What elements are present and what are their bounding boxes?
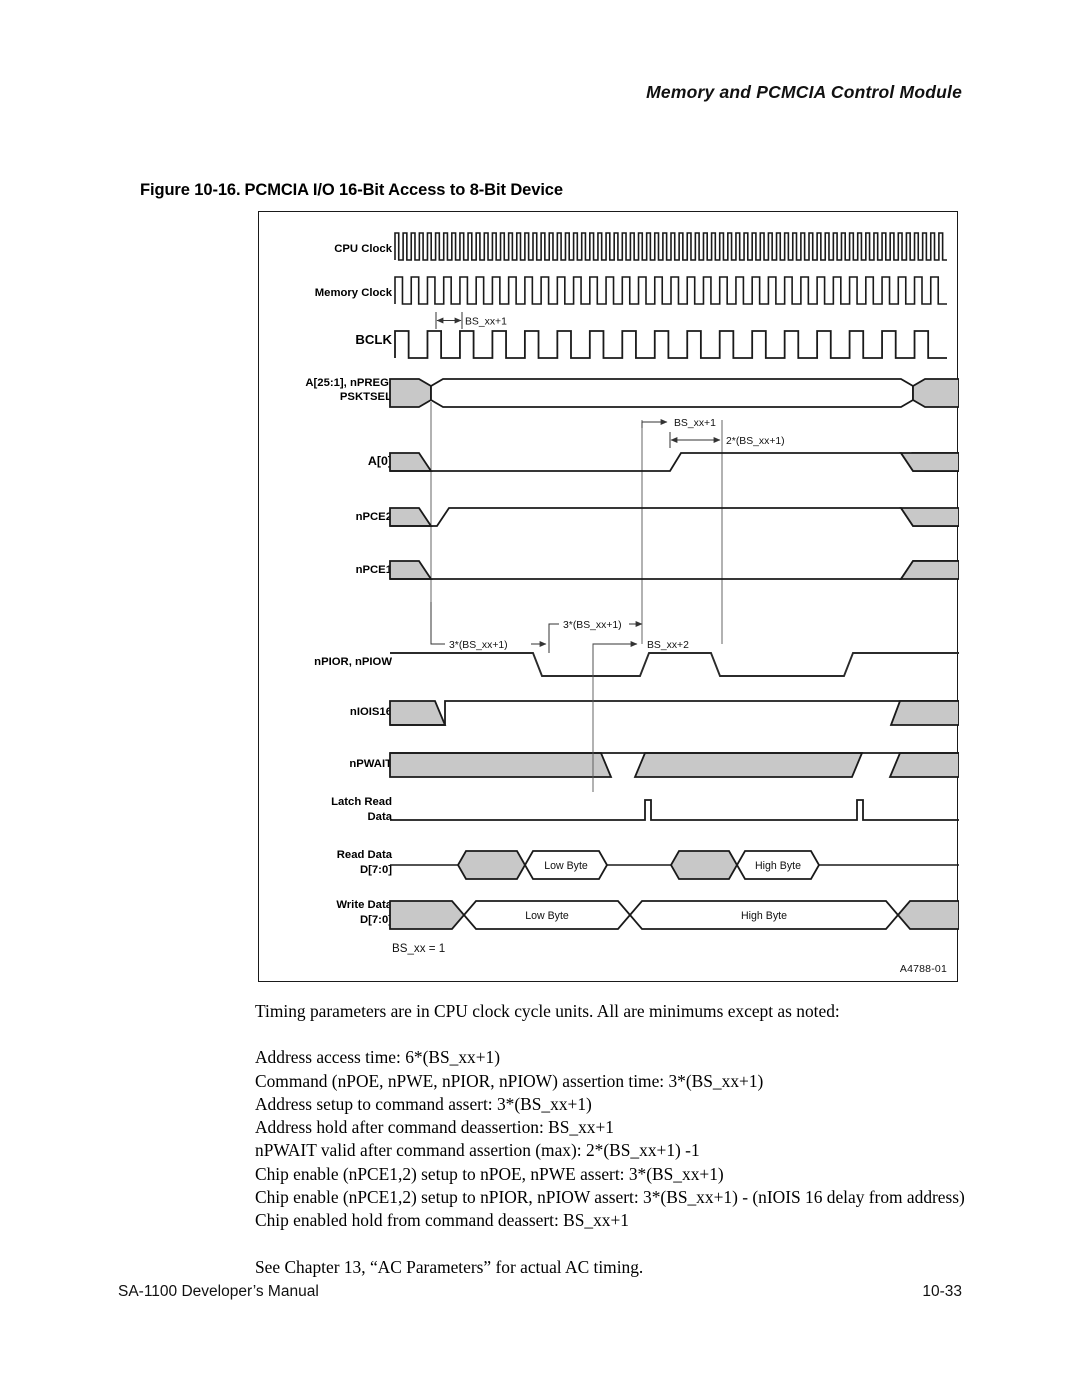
timing-parameter: nPWAIT valid after command assertion (ma… [255,1140,700,1161]
figure-footnote: BS_xx = 1 [392,942,445,955]
signal-label-addr-bus-2: PSKTSEL [340,391,392,403]
annotation-command-timing: 3*(BS_xx+1) 3*(BS_xx+1) BS_xx+2 [430,602,689,676]
waveform-write-data: Low Byte High Byte [389,900,959,930]
timing-parameter: Command (nPOE, nPWE, nPIOR, nPIOW) asser… [255,1070,764,1091]
npce2-line [390,507,959,527]
figure-title: PCMCIA I/O 16-Bit Access to 8-Bit Device [244,181,564,199]
niois16-invalid-left [389,700,447,726]
signal-label-write-data-2: D[7:0] [360,914,392,926]
write-data-invalid-left [389,900,466,930]
bus-invalid-right [912,378,959,408]
figure-number: Figure 10-16. [140,181,241,199]
bus-invalid-left [389,378,432,408]
annotation-bclk-period-label: BS_xx+1 [465,317,507,328]
annotation-cmd-3bs1-b-label: 3*(BS_xx+1) [563,620,622,631]
running-head: Memory and PCMCIA Control Module [646,82,962,102]
read-data-low-label: Low Byte [544,860,588,872]
write-data-low-label: Low Byte [525,910,569,922]
read-data-high-label: High Byte [755,860,801,872]
annotation-bclk-period: BS_xx+1 [435,312,507,329]
signal-label-memory-clock: Memory Clock [315,287,393,299]
niois16-line [390,700,959,726]
a0-line [390,452,959,472]
timing-diagram-svg: CPU Clock Memory Clock BCLK A[25:1], nPR… [305,232,959,955]
npce1-invalid-right [899,560,959,580]
waveform-npwait [389,752,959,778]
waveform-bclk [394,330,947,359]
latch-read-line [390,799,959,821]
npce1-invalid-left [389,560,433,580]
read-data-turnaround-high [669,850,739,880]
signal-label-addr-bus: A[25:1], nPREG, [305,377,392,389]
reference-lines [430,402,723,644]
see-also-text: See Chapter 13, “AC Parameters” for actu… [255,1256,644,1277]
figure-art-id: A4788-01 [899,963,947,975]
signal-label-npce2: nPCE2 [356,511,392,523]
signal-label-latch-read: Latch Read [331,796,392,808]
npce2-invalid-right [899,507,959,527]
footer-manual-title: SA-1100 Developer’s Manual [118,1283,319,1300]
write-data-invalid-right [896,900,959,930]
signal-label-npwait: nPWAIT [349,758,392,770]
npwait-block-2 [633,752,864,778]
signal-label-read-data: Read Data [337,849,393,861]
text-spacer [255,1023,1015,1046]
a0-invalid-right-trap [899,452,959,472]
waveform-memory-clock [394,276,947,305]
waveform-niois16 [389,700,959,726]
signal-label-npce1: nPCE1 [356,564,392,576]
a0-invalid-left [389,452,433,472]
npce2-invalid-left [389,507,433,527]
waveform-read-data: Low Byte High Byte [390,850,959,880]
signal-label-bclk: BCLK [355,332,392,347]
footer-page-number: 10-33 [922,1283,962,1300]
signal-label-a0: A[0] [368,454,392,468]
figure-description: Timing parameters are in CPU clock cycle… [255,1000,1015,1279]
annotation-a0-bs1-label: BS_xx+1 [674,418,716,429]
annotation-cmd-3bs1-a-label: 3*(BS_xx+1) [449,640,508,651]
waveform-addr-bus [389,378,959,408]
waveform-npce2 [389,507,959,527]
timing-parameter: Chip enabled hold from command deassert:… [255,1210,629,1231]
niois16-invalid-right [889,700,959,726]
signal-label-read-data-2: D[7:0] [360,864,392,876]
page-footer: SA-1100 Developer’s Manual 10-33 [118,1283,962,1303]
waveform-cpu-clock [394,232,947,261]
timing-diagram-figure: CPU Clock Memory Clock BCLK A[25:1], nPR… [258,211,959,982]
timing-parameter: Address access time: 6*(BS_xx+1) [255,1047,501,1068]
timing-parameter: Address hold after command deassertion: … [255,1117,615,1138]
description-intro: Timing parameters are in CPU clock cycle… [255,1001,840,1021]
timing-parameter: Chip enable (nPCE1,2) setup to nPOE, nPW… [255,1163,724,1184]
signal-label-cpu-clock: CPU Clock [334,243,392,255]
npior-line [390,652,959,677]
timing-parameter: Address setup to command assert: 3*(BS_x… [255,1093,592,1114]
npwait-block-1 [389,752,613,778]
timing-parameter: Chip enable (nPCE1,2) setup to nPIOR, nP… [255,1187,965,1208]
annotation-a0-timing: BS_xx+1 2*(BS_xx+1) [641,418,785,448]
annotation-a0-2bs1-label: 2*(BS_xx+1) [726,436,785,447]
figure-caption: Figure 10-16. PCMCIA I/O 16-Bit Access to… [140,181,563,200]
bus-valid [430,378,914,408]
waveform-npior-npiow [390,652,959,677]
signal-label-write-data: Write Data [336,899,392,911]
annotation-cmd-bs2-label: BS_xx+2 [647,640,689,651]
waveform-a0 [389,452,959,472]
npce1-line [390,560,959,580]
signal-label-latch-read-2: Data [368,811,393,823]
text-spacer [255,1233,1015,1256]
waveform-latch-read-data [390,799,959,821]
read-data-turnaround-low [456,850,527,880]
timing-parameter-list: Address access time: 6*(BS_xx+1) Command… [255,1046,1015,1232]
npwait-block-3 [888,752,959,778]
signal-label-niois16: nIOIS16 [350,706,392,718]
signal-label-npior-npiow: nPIOR, nPIOW [314,656,392,668]
write-data-high-label: High Byte [741,910,787,922]
waveform-npce1 [389,560,959,580]
